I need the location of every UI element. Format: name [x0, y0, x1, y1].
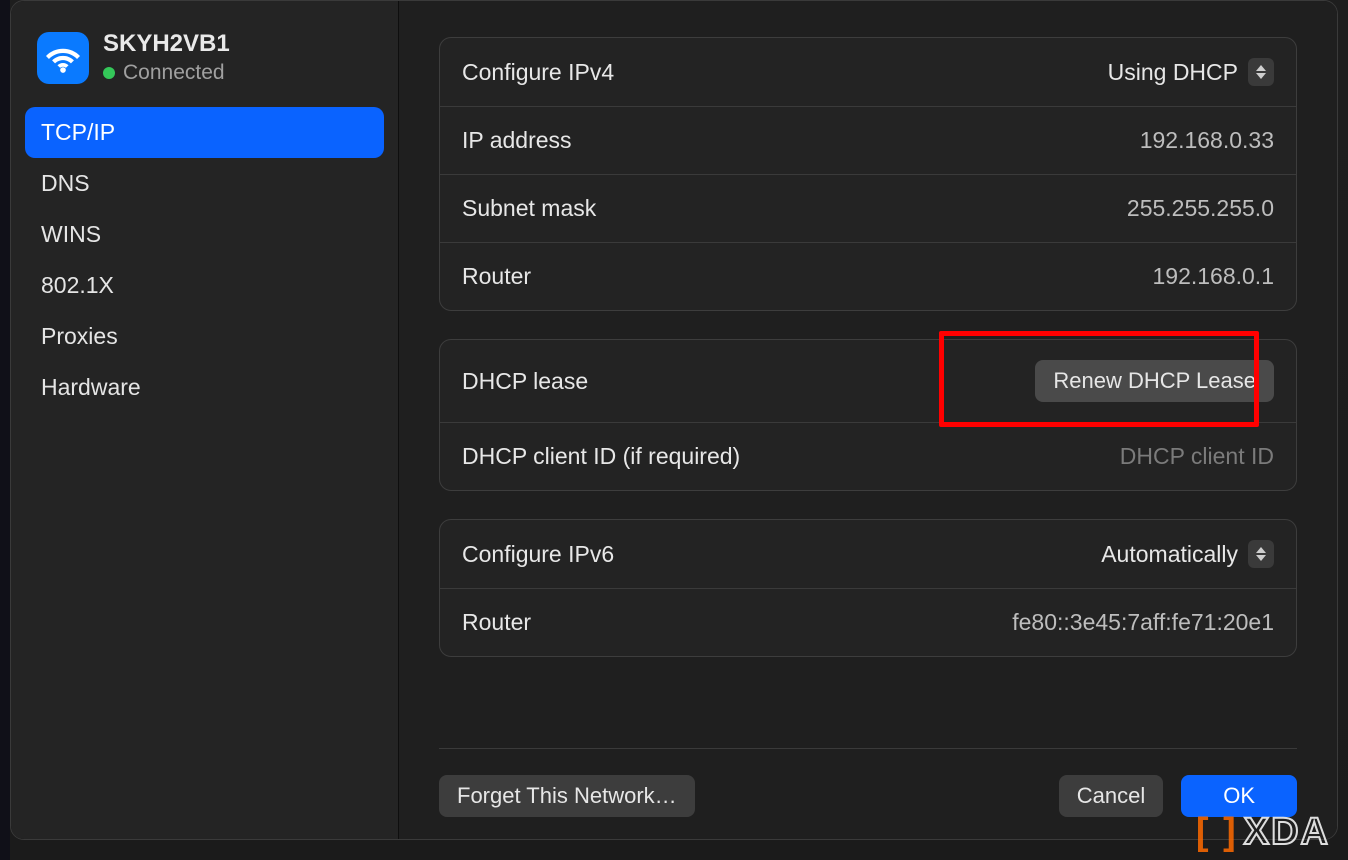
wifi-icon: [37, 32, 89, 84]
network-status: Connected: [103, 61, 230, 85]
dialog-footer: Forget This Network… Cancel OK: [439, 748, 1297, 817]
sidebar-item-hardware[interactable]: Hardware: [25, 362, 384, 413]
sidebar-nav: TCP/IP DNS WINS 802.1X Proxies Hardware: [25, 107, 384, 413]
sidebar-item-tcpip[interactable]: TCP/IP: [25, 107, 384, 158]
row-router-ipv6: Router fe80::3e45:7aff:fe71:20e1: [440, 589, 1296, 656]
watermark-bracket-icon: [ ]: [1196, 811, 1238, 854]
sidebar-item-dns[interactable]: DNS: [25, 158, 384, 209]
network-info: SKYH2VB1 Connected: [103, 31, 230, 85]
watermark: [ ] XDA: [1196, 811, 1330, 854]
label-router-ipv4: Router: [462, 263, 531, 290]
select-configure-ipv4-value: Using DHCP: [1108, 59, 1238, 86]
sidebar: SKYH2VB1 Connected TCP/IP DNS WINS 802.1…: [11, 1, 399, 839]
status-indicator-icon: [103, 67, 115, 79]
row-dhcp-lease: DHCP lease Renew DHCP Lease: [440, 340, 1296, 423]
label-dhcp-lease: DHCP lease: [462, 368, 588, 395]
select-configure-ipv6[interactable]: Automatically: [1101, 540, 1274, 568]
network-name: SKYH2VB1: [103, 31, 230, 57]
background-edge: [0, 0, 10, 860]
select-configure-ipv6-value: Automatically: [1101, 541, 1238, 568]
forget-network-button[interactable]: Forget This Network…: [439, 775, 695, 817]
dhcp-group: DHCP lease Renew DHCP Lease DHCP client …: [439, 339, 1297, 491]
label-dhcp-client-id: DHCP client ID (if required): [462, 443, 740, 470]
renew-dhcp-lease-button[interactable]: Renew DHCP Lease: [1035, 360, 1274, 402]
ipv4-group: Configure IPv4 Using DHCP IP address 192…: [439, 37, 1297, 311]
label-configure-ipv6: Configure IPv6: [462, 541, 614, 568]
updown-icon: [1248, 540, 1274, 568]
label-ip-address: IP address: [462, 127, 572, 154]
label-subnet-mask: Subnet mask: [462, 195, 596, 222]
row-configure-ipv6: Configure IPv6 Automatically: [440, 520, 1296, 589]
app-frame: SKYH2VB1 Connected TCP/IP DNS WINS 802.1…: [0, 0, 1348, 860]
row-ip-address: IP address 192.168.0.33: [440, 107, 1296, 175]
sidebar-item-8021x[interactable]: 802.1X: [25, 260, 384, 311]
watermark-text: XDA: [1244, 811, 1330, 854]
cancel-button[interactable]: Cancel: [1059, 775, 1163, 817]
label-router-ipv6: Router: [462, 609, 531, 636]
updown-icon: [1248, 58, 1274, 86]
network-header: SKYH2VB1 Connected: [25, 25, 384, 97]
row-subnet-mask: Subnet mask 255.255.255.0: [440, 175, 1296, 243]
network-settings-dialog: SKYH2VB1 Connected TCP/IP DNS WINS 802.1…: [10, 0, 1338, 840]
label-configure-ipv4: Configure IPv4: [462, 59, 614, 86]
sidebar-item-wins[interactable]: WINS: [25, 209, 384, 260]
sidebar-item-proxies[interactable]: Proxies: [25, 311, 384, 362]
value-ip-address: 192.168.0.33: [1140, 127, 1274, 154]
value-router-ipv6: fe80::3e45:7aff:fe71:20e1: [1012, 609, 1274, 636]
value-router-ipv4: 192.168.0.1: [1152, 263, 1274, 290]
select-configure-ipv4[interactable]: Using DHCP: [1108, 58, 1274, 86]
value-subnet-mask: 255.255.255.0: [1127, 195, 1274, 222]
row-configure-ipv4: Configure IPv4 Using DHCP: [440, 38, 1296, 107]
status-text: Connected: [123, 61, 225, 85]
input-dhcp-client-id[interactable]: DHCP client ID: [1120, 443, 1274, 470]
row-dhcp-client-id[interactable]: DHCP client ID (if required) DHCP client…: [440, 423, 1296, 490]
main-content: Configure IPv4 Using DHCP IP address 192…: [399, 1, 1337, 839]
ipv6-group: Configure IPv6 Automatically Router fe80…: [439, 519, 1297, 657]
row-router-ipv4: Router 192.168.0.1: [440, 243, 1296, 310]
